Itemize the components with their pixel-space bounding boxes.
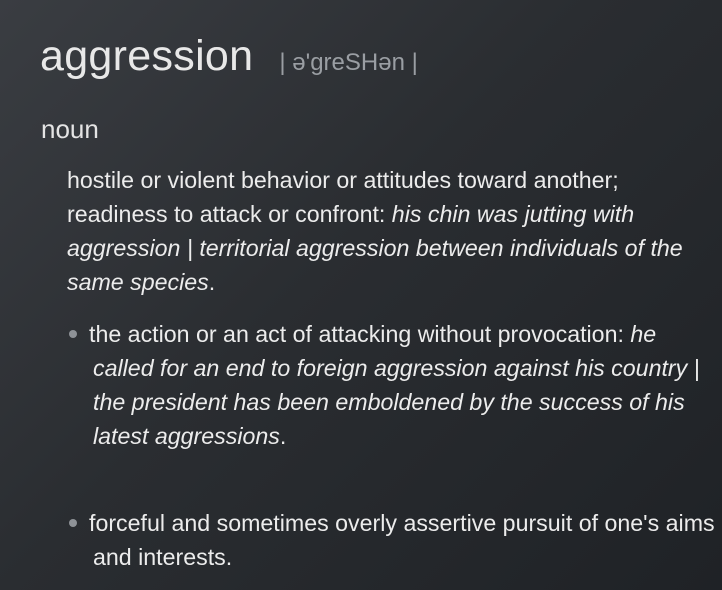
definition-text: the action or an act of attacking withou…	[89, 321, 631, 347]
part-of-speech: noun	[41, 114, 99, 144]
dictionary-panel: aggression | ə'greSHən | noun hostile or …	[0, 0, 722, 590]
entry-header: aggression | ə'greSHən |	[40, 32, 418, 81]
headword: aggression	[40, 32, 254, 80]
definition-text: forceful and sometimes overly assertive …	[89, 510, 715, 570]
definition-end: .	[279, 423, 287, 449]
bullet-icon	[69, 518, 77, 527]
bullet-icon	[69, 329, 77, 338]
pronunciation: | ə'greSHən |	[279, 49, 418, 76]
sense-definition: hostile or violent behavior or attitudes…	[67, 163, 717, 299]
definition-end: .	[208, 269, 216, 295]
subsense-item: the action or an act of attacking withou…	[67, 317, 717, 453]
subsense-item: forceful and sometimes overly assertive …	[67, 506, 717, 574]
